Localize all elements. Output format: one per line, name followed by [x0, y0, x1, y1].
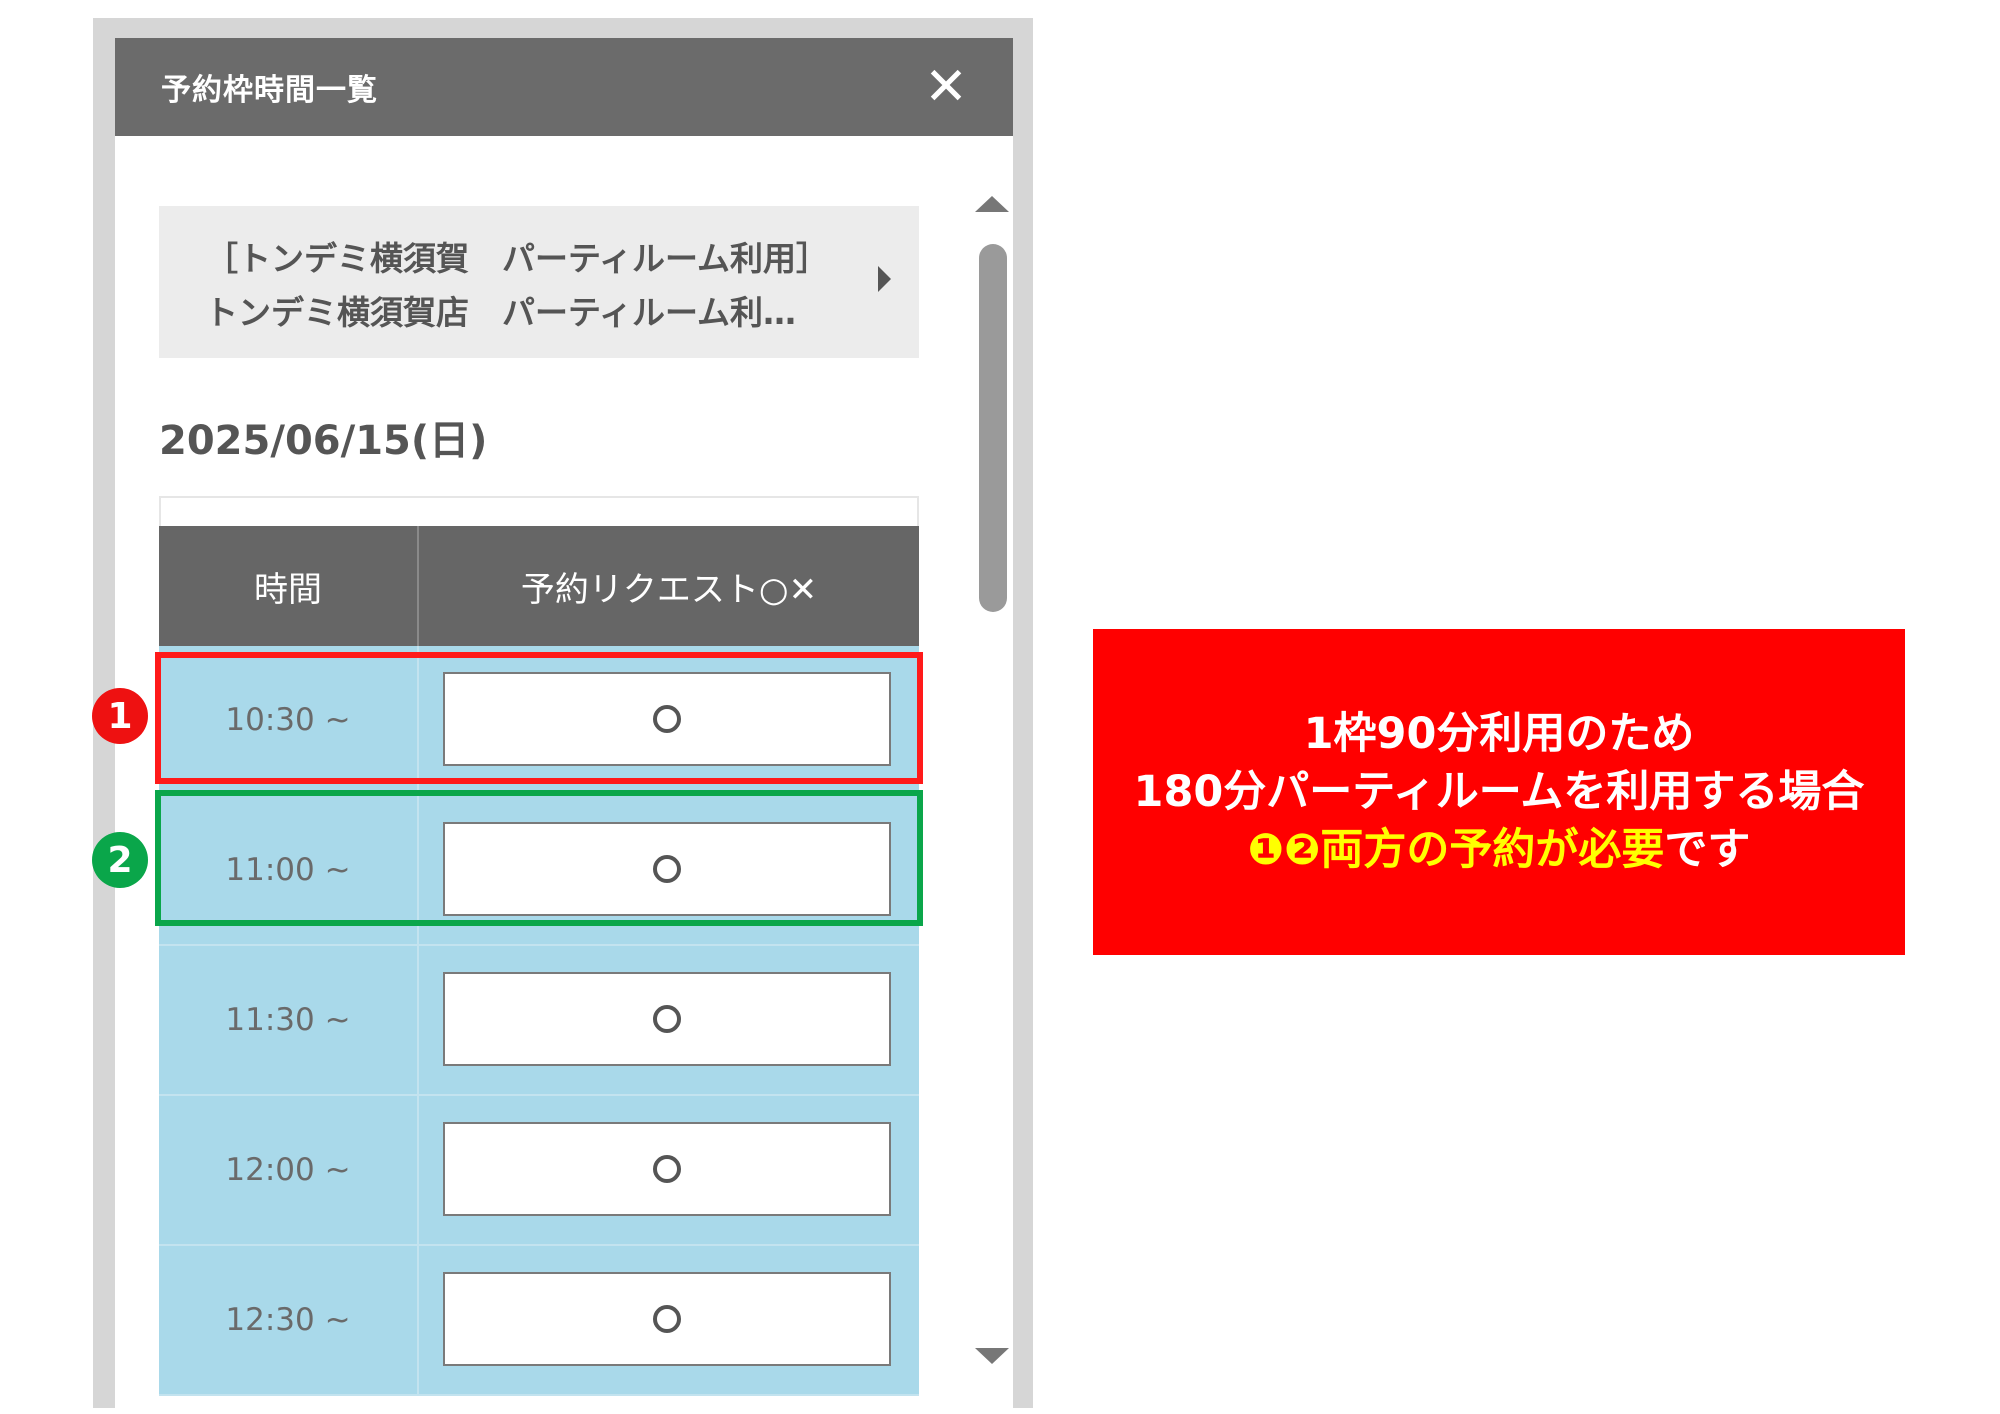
screenshot-stage: 予約枠時間一覧 ✕ ［トンデミ横須賀 パーティルーム利用］ トンデミ横須賀店 パ… — [0, 0, 2000, 1414]
reserve-slot-button[interactable] — [443, 972, 891, 1066]
table-top-border — [159, 496, 919, 526]
slot-time: 12:00 ~ — [159, 1096, 419, 1244]
available-circle-icon — [653, 1155, 681, 1183]
modal-title: 予約枠時間一覧 — [161, 73, 378, 108]
close-button[interactable]: ✕ — [919, 60, 973, 114]
slot-time: 11:30 ~ — [159, 946, 419, 1094]
store-name: トンデミ横須賀店 パーティルーム利… — [205, 293, 797, 332]
selected-date: 2025/06/15(日) — [159, 418, 488, 464]
callout-line-1: 1枠90分利用のため — [1303, 709, 1695, 759]
callout-line-3: ❶❷両方の予約が必要です — [1248, 821, 1751, 879]
available-circle-icon — [653, 1005, 681, 1033]
scroll-down-arrow-icon[interactable] — [975, 1348, 1009, 1364]
column-header-request: 予約リクエスト○✕ — [520, 569, 818, 610]
callout-line-2: 180分パーティルームを利用する場合 — [1133, 767, 1865, 817]
callout-trailing-text: です — [1664, 825, 1751, 875]
modal-header: 予約枠時間一覧 ✕ — [115, 38, 1013, 136]
close-icon: ✕ — [924, 57, 968, 117]
store-info-link[interactable]: ［トンデミ横須賀 パーティルーム利用］ トンデミ横須賀店 パーティルーム利… — [159, 206, 919, 358]
reserve-slot-button[interactable] — [443, 1272, 891, 1366]
number-badge-1: 1 — [92, 688, 148, 744]
highlight-box-slot-1 — [155, 652, 923, 784]
slot-request-cell — [419, 946, 919, 1094]
slot-time: 12:30 ~ — [159, 1246, 419, 1394]
slot-request-cell — [419, 1096, 919, 1244]
highlight-box-slot-2 — [155, 790, 923, 926]
slot-request-cell — [419, 1246, 919, 1394]
chevron-right-icon — [878, 266, 891, 292]
table-row: 12:00 ~ — [159, 1096, 919, 1246]
reserve-slot-button[interactable] — [443, 1122, 891, 1216]
table-header: 時間 予約リクエスト○✕ — [159, 526, 919, 646]
table-row: 11:30 ~ — [159, 946, 919, 1096]
available-circle-icon — [653, 1305, 681, 1333]
store-plan-name: ［トンデミ横須賀 パーティルーム利用］ — [205, 239, 830, 278]
instruction-callout: 1枠90分利用のため 180分パーティルームを利用する場合 ❶❷両方の予約が必要… — [1093, 629, 1905, 955]
scrollbar-thumb[interactable] — [979, 244, 1007, 612]
callout-highlight-text: ❶❷両方の予約が必要 — [1247, 825, 1665, 875]
table-row: 12:30 ~ — [159, 1246, 919, 1396]
number-badge-2: 2 — [92, 832, 148, 888]
column-header-time: 時間 — [159, 526, 419, 646]
scroll-up-arrow-icon[interactable] — [975, 196, 1009, 212]
